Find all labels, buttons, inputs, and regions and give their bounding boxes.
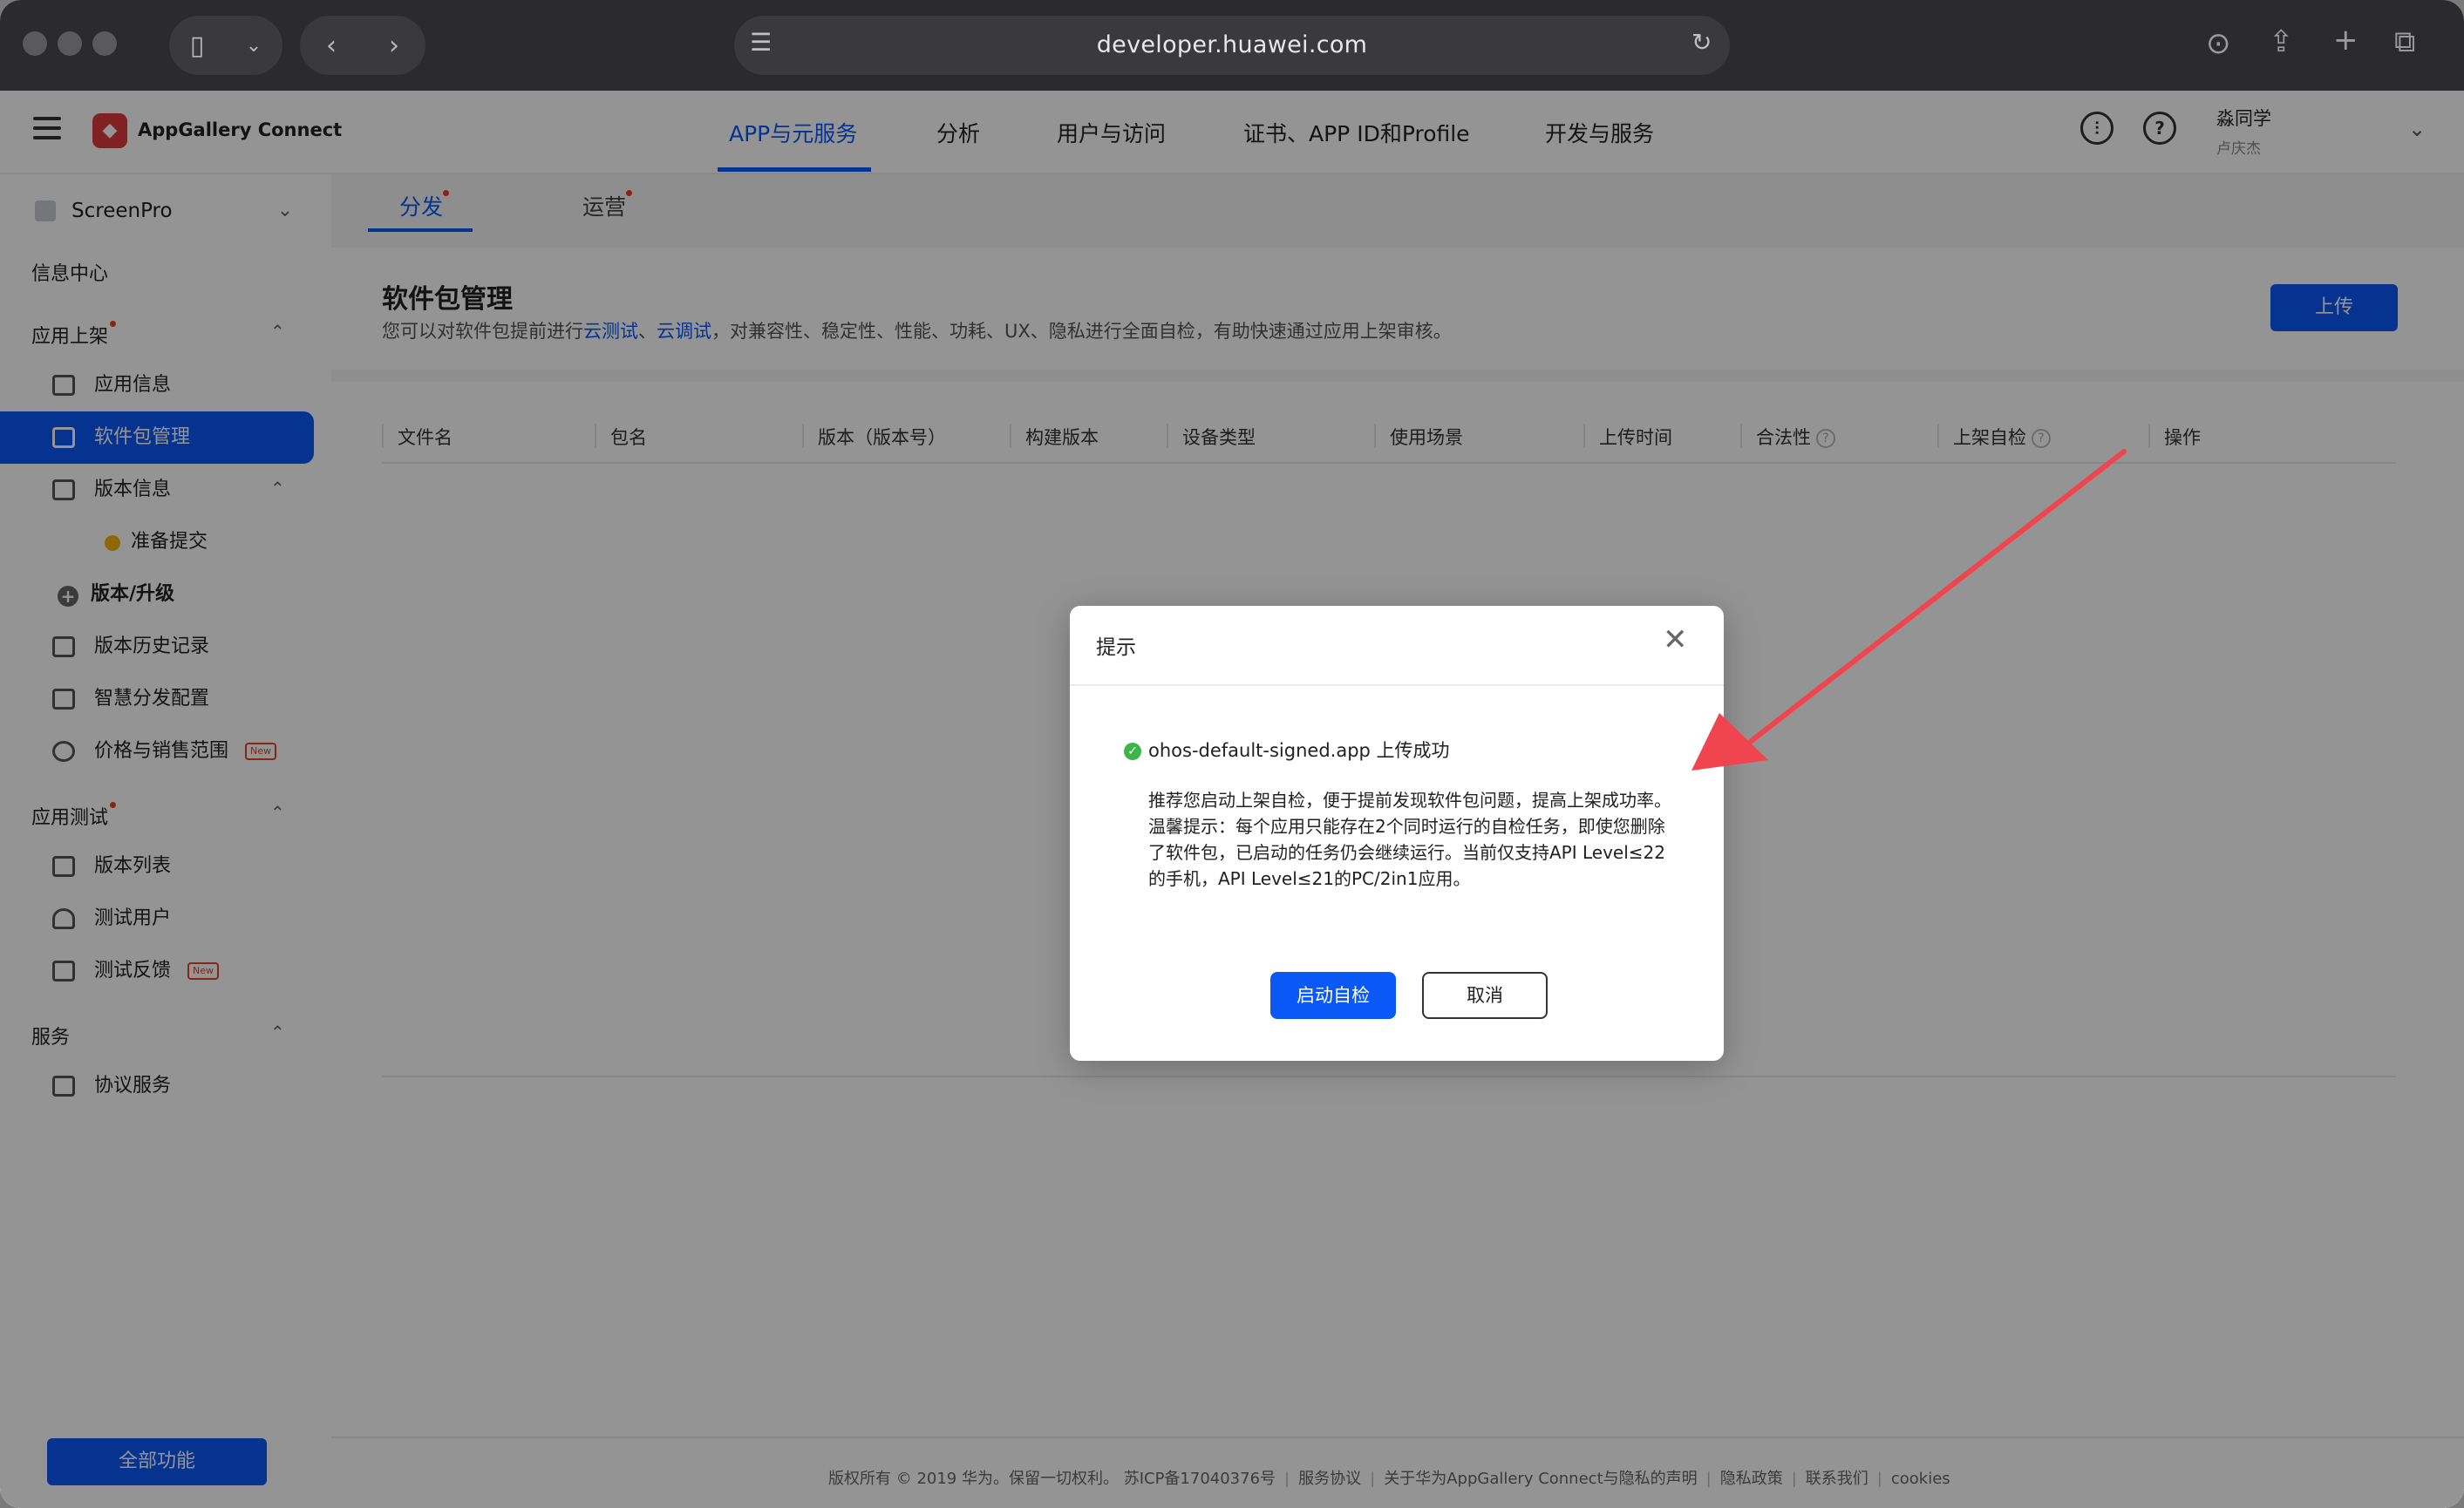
recommend-text: 推荐您启动上架自检，便于提前发现软件包问题，提高上架成功率。 (1148, 790, 1671, 811)
history-nav-group: ‹ › (300, 16, 425, 75)
tab-overview-icon[interactable]: ⧉ (2394, 24, 2415, 59)
browser-toolbar: ▯ ⌄ ‹ › ☰ developer.huawei.com ↻ ⊙ ⇪ + ⧉ (0, 0, 2464, 91)
back-icon[interactable]: ‹ (326, 31, 337, 61)
upload-success-message: ✓ ohos-default-signed.app 上传成功 (1124, 737, 1450, 763)
dialog-body: 推荐您启动上架自检，便于提前发现软件包问题，提高上架成功率。 温馨提示：每个应用… (1148, 787, 1680, 892)
tip-text: 温馨提示：每个应用只能存在2个同时运行的自检任务，即使您删除了软件包，已启动的任… (1148, 816, 1665, 889)
dialog-divider (1070, 684, 1724, 686)
cancel-button[interactable]: 取消 (1422, 972, 1548, 1019)
window-zoom-dot[interactable] (92, 31, 117, 56)
start-self-check-button[interactable]: 启动自检 (1270, 972, 1396, 1019)
new-tab-icon[interactable]: + (2333, 23, 2358, 58)
url-text: developer.huawei.com (1096, 31, 1368, 58)
window-close-dot[interactable] (23, 31, 47, 56)
sidebar-toggle-button[interactable]: ▯ ⌄ (169, 16, 282, 75)
reload-icon[interactable]: ↻ (1691, 28, 1712, 57)
window-minimize-dot[interactable] (58, 31, 82, 56)
dialog-title: 提示 (1096, 636, 1136, 659)
chevron-down-icon: ⌄ (245, 34, 262, 57)
success-text: ohos-default-signed.app 上传成功 (1148, 740, 1450, 761)
forward-icon[interactable]: › (389, 31, 399, 61)
browser-window: ▯ ⌄ ‹ › ☰ developer.huawei.com ↻ ⊙ ⇪ + ⧉… (0, 0, 2464, 1508)
check-circle-icon: ✓ (1124, 743, 1141, 760)
close-icon[interactable]: ✕ (1663, 625, 1688, 655)
upload-success-dialog: 提示 ✕ ✓ ohos-default-signed.app 上传成功 推荐您启动… (1070, 606, 1724, 1061)
address-bar[interactable]: ☰ developer.huawei.com ↻ (734, 16, 1730, 75)
sidebar-icon: ▯ (189, 30, 205, 61)
share-icon[interactable]: ⇪ (2269, 24, 2294, 59)
download-icon[interactable]: ⊙ (2206, 26, 2231, 61)
